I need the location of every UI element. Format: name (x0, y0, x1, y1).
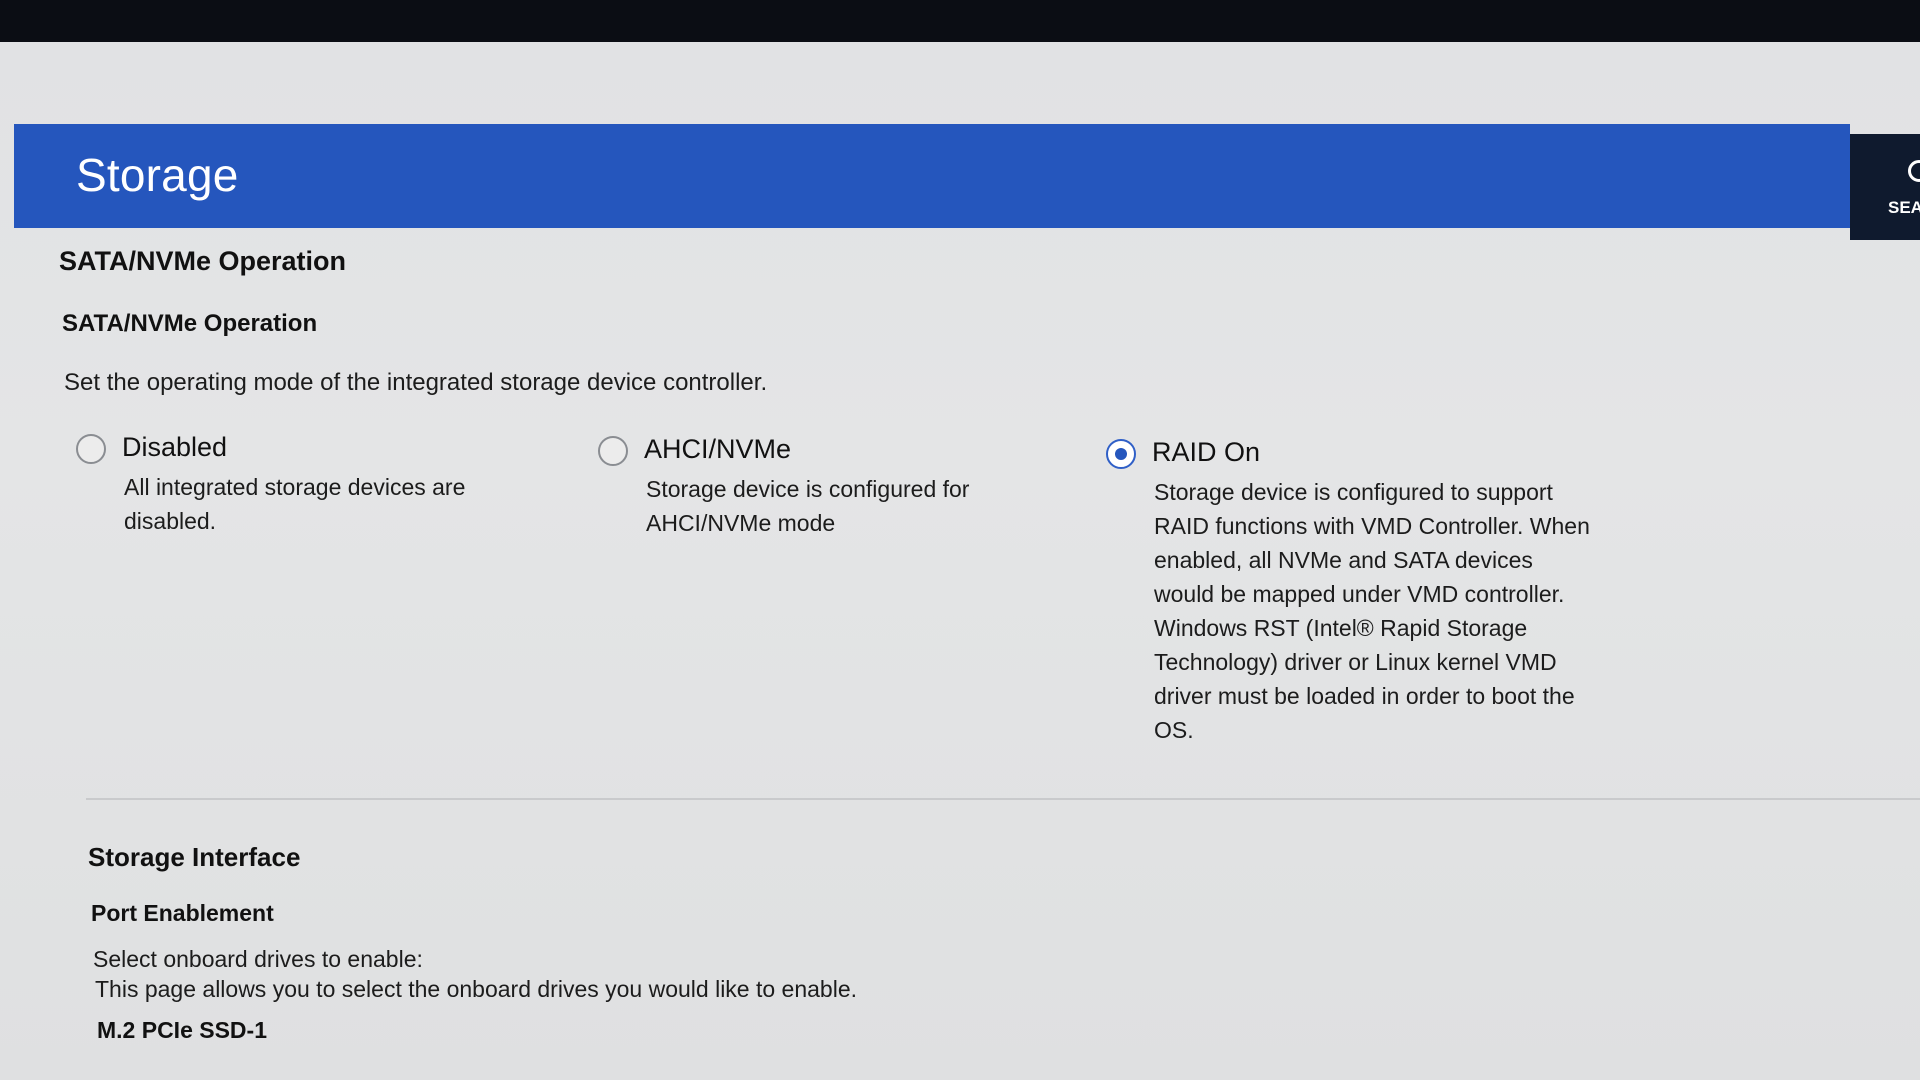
option-description-raid-on: Storage device is configured to support … (1154, 479, 1590, 743)
option-label-disabled: Disabled (122, 432, 228, 462)
option-description-disabled: All integrated storage devices are disab… (124, 474, 466, 534)
settings-content: SATA/NVMe Operation SATA/NVMe Operation … (0, 42, 1920, 1080)
radio-ahci-nvme[interactable] (598, 436, 628, 466)
section-heading-storage-interface: Storage Interface (88, 842, 301, 872)
section-heading-sata: SATA/NVMe Operation (59, 246, 347, 276)
option-label-raid-on: RAID On (1152, 437, 1261, 467)
port-enablement-instruction: Select onboard drives to enable: (93, 946, 423, 972)
port-enablement-description: This page allows you to select the onboa… (95, 976, 858, 1002)
option-disabled[interactable]: Disabled All integrated storage devices … (76, 432, 556, 542)
setting-title-port-enablement: Port Enablement (91, 900, 274, 926)
section-divider (86, 798, 1920, 800)
drive-label-m2-pcie-ssd-1[interactable]: M.2 PCIe SSD-1 (97, 1017, 267, 1044)
option-ahci-nvme[interactable]: AHCI/NVMe Storage device is configured f… (598, 434, 1068, 544)
option-description-ahci-nvme: Storage device is configured for AHCI/NV… (646, 476, 970, 536)
radio-disabled[interactable] (76, 434, 106, 464)
option-raid-on[interactable]: RAID On Storage device is configured to … (1106, 437, 1626, 797)
radio-raid-on[interactable] (1106, 439, 1136, 469)
setting-title-sata: SATA/NVMe Operation (62, 310, 318, 337)
option-label-ahci-nvme: AHCI/NVMe (644, 434, 792, 464)
bios-screen: Storage SEA SATA/NVMe Operation SATA/NVM… (0, 42, 1920, 1080)
setting-description-sata: Set the operating mode of the integrated… (64, 369, 768, 396)
